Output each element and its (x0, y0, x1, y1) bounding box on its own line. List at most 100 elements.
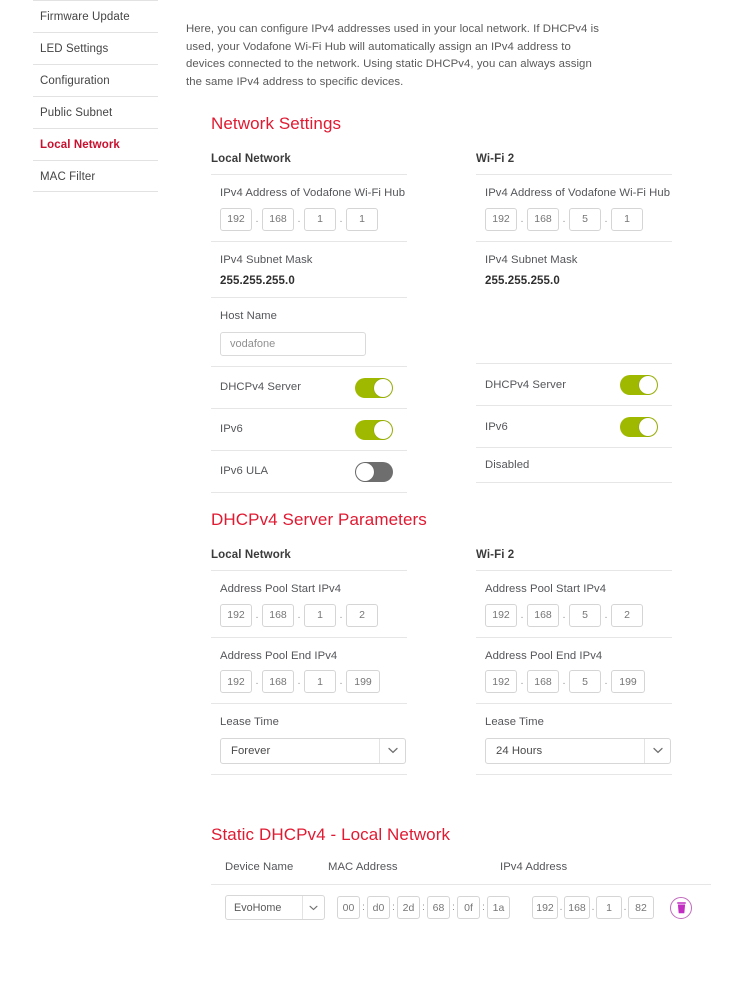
lease-time-value: Forever (231, 744, 271, 757)
field-subnet-mask-wifi2: IPv4 Subnet Mask 255.255.255.0 (476, 240, 672, 298)
sidebar-item-configuration[interactable]: Configuration (33, 64, 158, 96)
ipv6-toggle[interactable] (355, 419, 393, 440)
device-name-select[interactable]: EvoHome (225, 895, 325, 921)
ipv4-octet-4[interactable] (611, 603, 643, 627)
field-host-name-local: Host Name (211, 297, 407, 366)
chevron-down-icon (379, 738, 405, 763)
chevron-down-icon (302, 896, 324, 920)
dot-separator (294, 604, 304, 627)
field-label: Address Pool End IPv4 (485, 649, 603, 662)
sidebar-item-label: LED Settings (40, 43, 109, 55)
mac-octet-1[interactable] (337, 896, 360, 920)
dot-separator (517, 604, 527, 627)
ipv4-octet-2[interactable] (527, 670, 559, 694)
pool-start-input-group[interactable] (220, 603, 407, 627)
dhcpv4-server-toggle[interactable] (355, 377, 393, 398)
ipv4-octet-4[interactable] (611, 207, 643, 231)
mac-octet-6[interactable] (487, 896, 510, 920)
ipv4-octet-4[interactable] (628, 896, 654, 920)
lease-time-select-local[interactable]: Forever (220, 737, 406, 764)
ipv4-octet-4[interactable] (346, 603, 378, 627)
field-ipv6-wifi2: IPv6 (476, 405, 672, 447)
network-settings-wifi2-column: Wi-Fi 2 IPv4 Address of Vodafone Wi-Fi H… (476, 153, 672, 484)
ipv4-octet-2[interactable] (262, 603, 294, 627)
field-spacer-wifi2 (476, 297, 672, 363)
pool-end-input-group[interactable] (220, 670, 407, 694)
delete-row-button[interactable] (670, 896, 692, 919)
field-label: IPv4 Subnet Mask (485, 253, 578, 266)
host-name-input[interactable] (220, 331, 366, 356)
ipv4-octet-1[interactable] (220, 603, 252, 627)
device-name-value: EvoHome (234, 901, 282, 914)
dot-separator (252, 670, 262, 693)
sidebar-item-label: Local Network (40, 139, 120, 151)
field-lease-time-wifi2: Lease Time 24 Hours (476, 703, 672, 775)
ipv4-octet-1[interactable] (220, 670, 252, 694)
ipv4-octet-4[interactable] (611, 670, 645, 694)
ipv4-octet-2[interactable] (527, 603, 559, 627)
sidebar-item-label: Configuration (40, 75, 110, 87)
ipv6-toggle[interactable] (620, 417, 658, 438)
ipv4-octet-1[interactable] (532, 896, 558, 920)
ipv4-octet-2[interactable] (527, 207, 559, 231)
mac-octet-5[interactable] (457, 896, 480, 920)
field-pool-start-local: Address Pool Start IPv4 (211, 570, 407, 637)
dot-separator (559, 604, 569, 627)
lease-time-select-wifi2[interactable]: 24 Hours (485, 737, 671, 764)
ipv4-octet-3[interactable] (569, 603, 601, 627)
ipv4-octet-3[interactable] (304, 670, 336, 694)
ipv4-address-input-group-wifi2[interactable] (485, 207, 672, 231)
ipv4-octet-1[interactable] (485, 207, 517, 231)
column-heading-local-network: Local Network (211, 549, 291, 562)
dhcpv4-server-toggle[interactable] (620, 375, 658, 396)
column-header-mac-address: MAC Address (328, 861, 398, 874)
dot-separator (559, 208, 569, 231)
sidebar-item-mac-filter[interactable]: MAC Filter (33, 160, 158, 192)
ipv6-ula-toggle[interactable] (355, 461, 393, 482)
ipv4-octet-3[interactable] (304, 603, 336, 627)
field-dhcpv4-server-wifi2: DHCPv4 Server (476, 363, 672, 405)
ipv4-octet-1[interactable] (220, 207, 252, 231)
main-content: Here, you can configure IPv4 addresses u… (186, 0, 730, 921)
ipv4-octet-1[interactable] (485, 603, 517, 627)
sidebar-item-public-subnet[interactable]: Public Subnet (33, 96, 158, 128)
ipv4-address-input-group-local[interactable] (220, 207, 407, 231)
row-ipv4-input-group[interactable] (532, 896, 654, 920)
sidebar-item-label: Firmware Update (40, 11, 130, 23)
chevron-down-icon (644, 738, 670, 763)
ipv4-octet-3[interactable] (569, 207, 601, 231)
colon-separator (390, 896, 397, 919)
ipv4-octet-4[interactable] (346, 207, 378, 231)
field-subnet-mask-local: IPv4 Subnet Mask 255.255.255.0 (211, 240, 407, 298)
mac-octet-2[interactable] (367, 896, 390, 920)
sidebar-item-local-network[interactable]: Local Network (33, 128, 158, 160)
ipv4-octet-2[interactable] (564, 896, 590, 920)
ipv4-octet-2[interactable] (262, 670, 294, 694)
ipv4-octet-2[interactable] (262, 207, 294, 231)
pool-end-input-group[interactable] (485, 670, 672, 694)
dhcp-params-local-column: Local Network Address Pool Start IPv4 19… (211, 549, 407, 775)
mac-address-input-group[interactable] (337, 896, 510, 920)
table-row: EvoHome (211, 885, 711, 921)
pool-start-input-group[interactable] (485, 603, 672, 627)
mac-octet-3[interactable] (397, 896, 420, 920)
ipv4-octet-1[interactable] (485, 670, 517, 694)
field-label: DHCPv4 Server (485, 378, 567, 391)
field-pool-start-wifi2: Address Pool Start IPv4 (476, 570, 672, 637)
ipv4-octet-4[interactable] (346, 670, 380, 694)
ipv4-octet-3[interactable] (569, 670, 601, 694)
toggle-knob (639, 418, 657, 437)
sidebar-item-firmware-update[interactable]: Firmware Update (33, 0, 158, 32)
ipv4-octet-3[interactable] (596, 896, 622, 920)
field-dhcpv4-server-local: DHCPv4 Server (211, 365, 407, 408)
subnet-mask-value: 255.255.255.0 (485, 275, 560, 288)
field-label: DHCPv4 Server (220, 381, 302, 394)
column-header-device-name: Device Name (225, 861, 294, 874)
colon-separator (420, 896, 427, 919)
field-ipv4-address-wifi2: IPv4 Address of Vodafone Wi-Fi Hub (476, 174, 672, 241)
sidebar-item-led-settings[interactable]: LED Settings (33, 32, 158, 64)
field-label: Address Pool End IPv4 (220, 649, 338, 662)
table-header-row: Device Name MAC Address IPv4 Address (211, 845, 711, 886)
ipv4-octet-3[interactable] (304, 207, 336, 231)
mac-octet-4[interactable] (427, 896, 450, 920)
